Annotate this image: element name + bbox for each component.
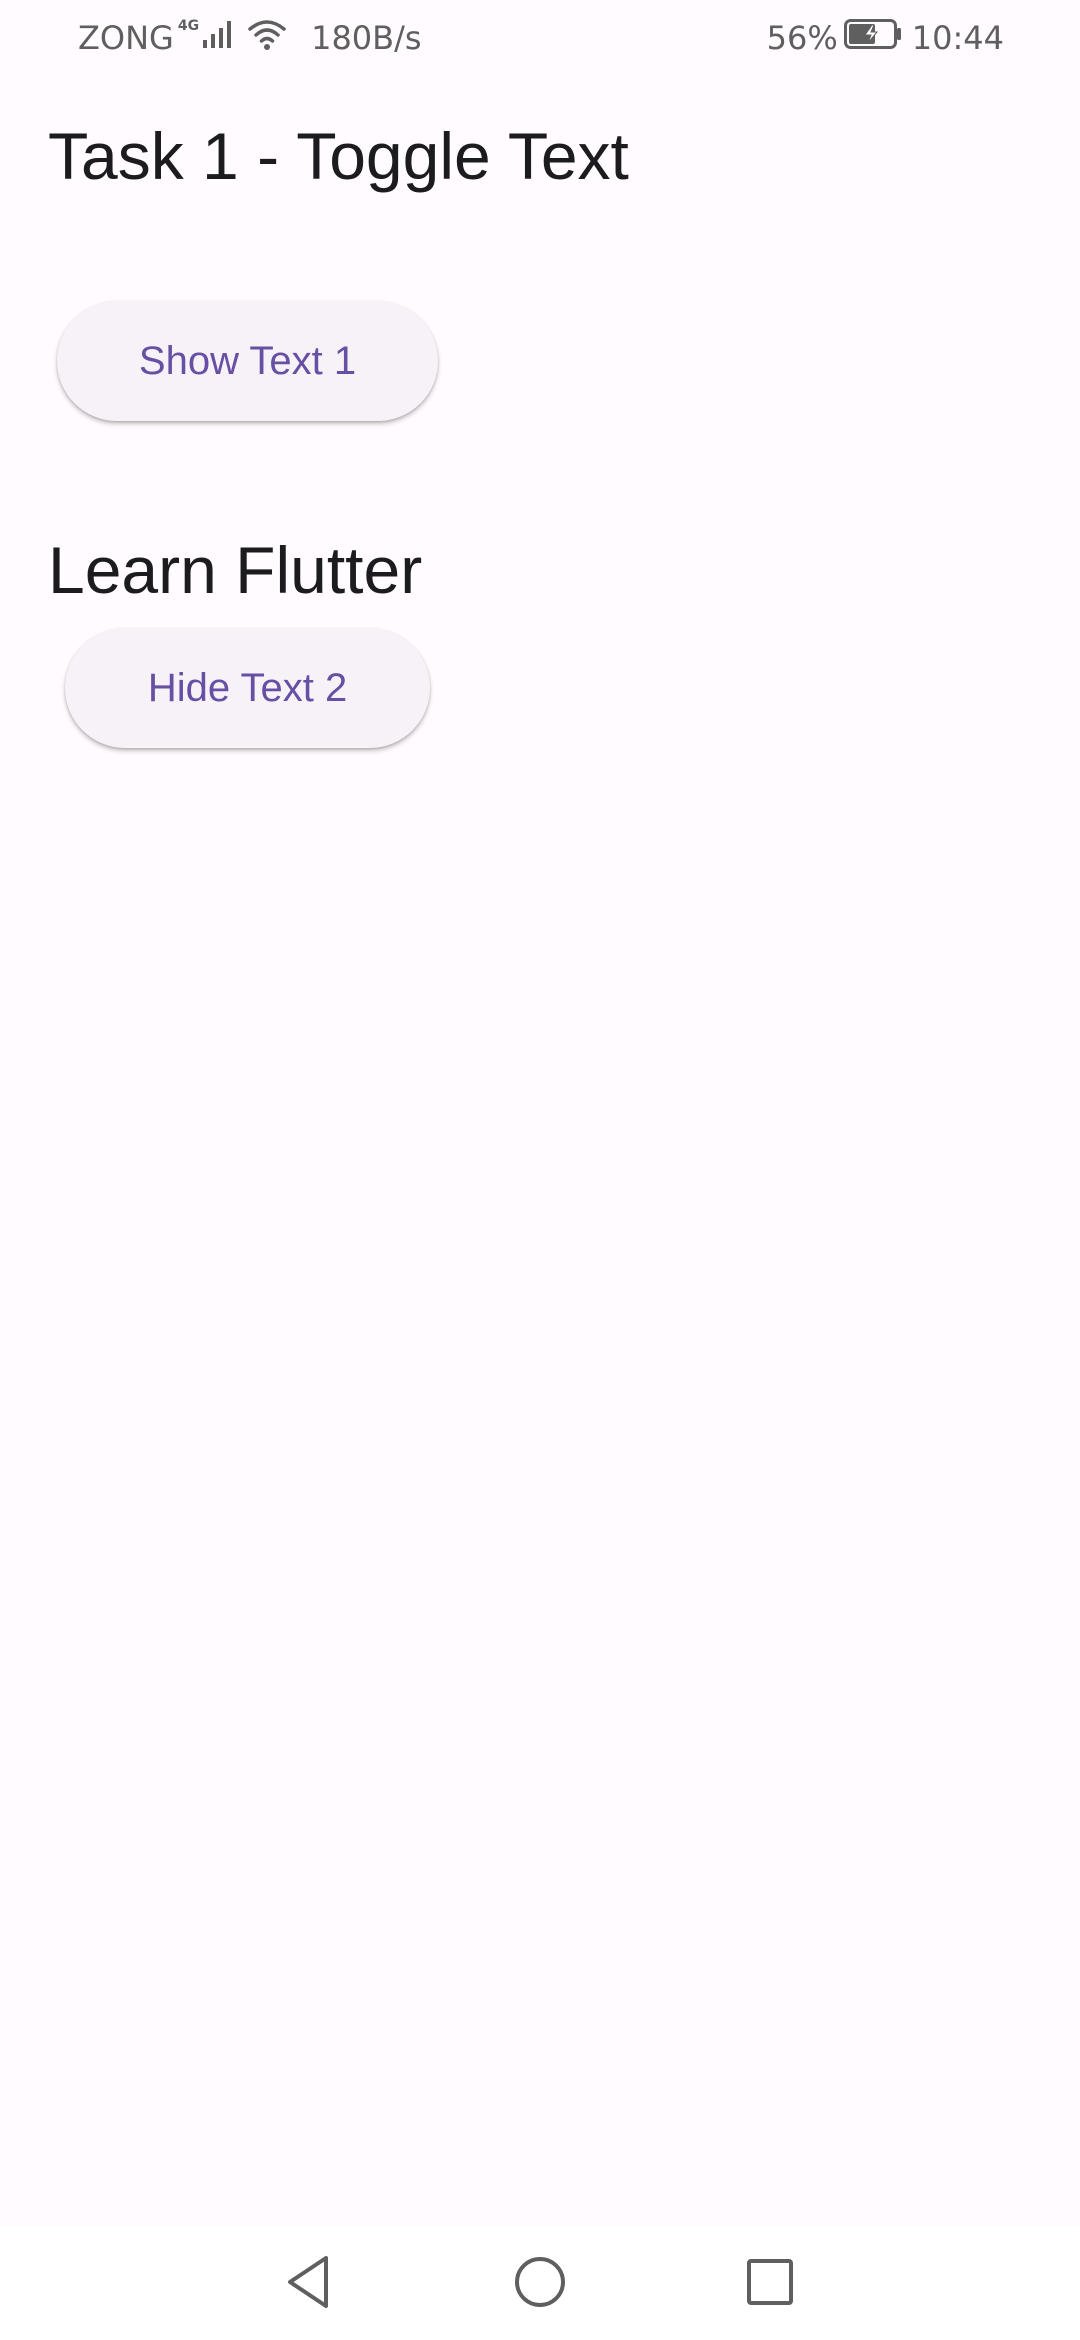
carrier-label: ZONG [78, 19, 174, 57]
wifi-icon [247, 17, 287, 59]
nav-recents-button[interactable] [732, 2246, 808, 2322]
show-text-button[interactable]: Show Text 1 [57, 301, 438, 421]
navigation-bar [0, 2226, 1080, 2340]
home-icon [512, 2254, 568, 2315]
status-left-group: ZONG 4G 180B/s [78, 16, 422, 60]
recents-icon [742, 2254, 798, 2315]
nav-home-button[interactable] [502, 2246, 578, 2322]
battery-percent-label: 56% [766, 19, 838, 57]
page-title: Task 1 - Toggle Text [48, 119, 629, 193]
toggled-text: Learn Flutter [48, 533, 423, 607]
battery-charging-icon [843, 19, 902, 57]
signal-icon [201, 18, 237, 58]
network-type-label: 4G [177, 18, 200, 34]
nav-back-button[interactable] [270, 2246, 346, 2322]
app-screen: ZONG 4G 180B/s 56% 10:44 Task 1 - Toggle… [0, 0, 1080, 2340]
clock-label: 10:44 [911, 19, 1004, 57]
network-speed-label: 180B/s [311, 19, 422, 57]
hide-text-button[interactable]: Hide Text 2 [65, 628, 430, 748]
back-icon [280, 2252, 336, 2317]
status-right-group: 56% 10:44 [767, 16, 1004, 60]
status-bar: ZONG 4G 180B/s 56% 10:44 [0, 0, 1080, 76]
